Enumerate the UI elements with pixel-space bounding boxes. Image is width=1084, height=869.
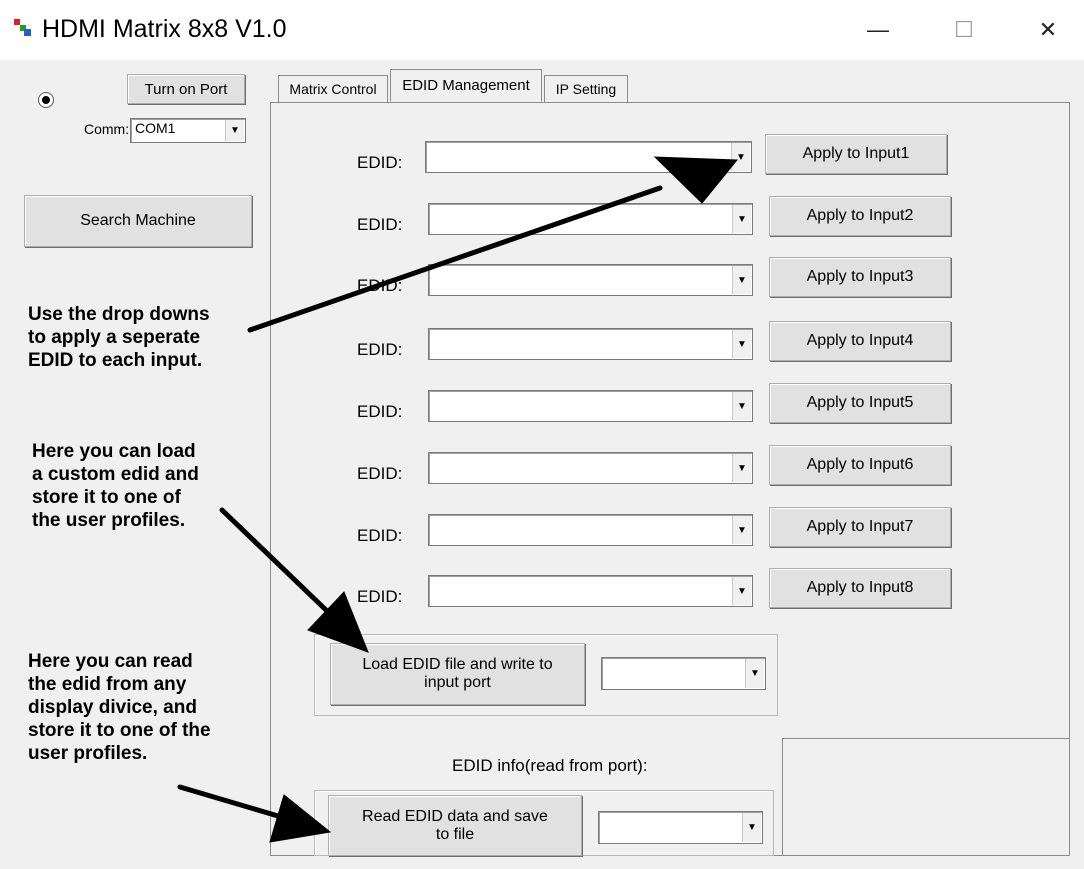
load-edid-label-2: input port: [424, 674, 491, 691]
tab-matrix-control[interactable]: Matrix Control: [278, 75, 388, 102]
chevron-down-icon[interactable]: ▼: [732, 577, 751, 605]
apply-to-input6-button[interactable]: Apply to Input6: [769, 445, 951, 485]
chevron-down-icon[interactable]: ▼: [732, 454, 751, 482]
apply-to-input5-button[interactable]: Apply to Input5: [769, 383, 951, 423]
read-edid-button[interactable]: Read EDID data and save to file: [328, 795, 582, 856]
annotation-line: Here you can load: [32, 441, 196, 462]
minimize-button[interactable]: —: [852, 0, 904, 60]
annotation-line: store it to one of the: [28, 720, 211, 741]
edid-label: EDID:: [357, 464, 403, 483]
chevron-down-icon[interactable]: ▼: [732, 516, 751, 544]
apply-to-input1-button[interactable]: Apply to Input1: [765, 134, 947, 174]
radio-dot-icon: [42, 96, 50, 104]
edid-select-2[interactable]: ▼: [428, 203, 753, 235]
edid-select-1[interactable]: ▼: [425, 141, 752, 173]
edid-select-8[interactable]: ▼: [428, 575, 753, 607]
tab-ip-setting[interactable]: IP Setting: [544, 75, 628, 102]
annotation-line: a custom edid and: [32, 464, 199, 485]
search-machine-button[interactable]: Search Machine: [24, 195, 252, 247]
annotation-line: Here you can read: [28, 651, 193, 672]
edid-select-5[interactable]: ▼: [428, 390, 753, 422]
window-title: HDMI Matrix 8x8 V1.0: [42, 15, 287, 43]
annotation-line: to apply a seperate: [28, 327, 201, 348]
edid-info-box: [782, 738, 1070, 856]
chevron-down-icon[interactable]: ▼: [742, 813, 761, 842]
read-edid-label-1: Read EDID data and save: [362, 807, 548, 825]
read-edid-label-2: to file: [435, 825, 475, 843]
chevron-down-icon[interactable]: ▼: [732, 266, 751, 294]
annotation-line: store it to one of: [32, 487, 181, 508]
apply-to-input3-button[interactable]: Apply to Input3: [769, 257, 951, 297]
annotation-line: user profiles.: [28, 743, 148, 764]
apply-to-input7-button[interactable]: Apply to Input7: [769, 507, 951, 547]
maximize-button[interactable]: ☐: [938, 0, 990, 60]
chevron-down-icon[interactable]: ▼: [225, 120, 244, 141]
arrow-to-read-edid: [177, 784, 281, 819]
annotation-line: the user profiles.: [32, 510, 186, 531]
annotation-load-edid: Here you can load a custom edid and stor…: [32, 440, 199, 532]
chevron-down-icon[interactable]: ▼: [745, 659, 764, 688]
load-profile-select[interactable]: ▼: [601, 657, 766, 690]
edid-info-label: EDID info(read from port):: [452, 756, 648, 775]
edid-label: EDID:: [357, 402, 403, 421]
chevron-down-icon[interactable]: ▼: [732, 392, 751, 420]
close-button[interactable]: ✕: [1022, 0, 1074, 60]
apply-to-input4-button[interactable]: Apply to Input4: [769, 321, 951, 361]
annotation-line: EDID to each input.: [28, 350, 203, 371]
load-edid-button[interactable]: Load EDID file and write to input port: [330, 643, 585, 705]
comm-select[interactable]: COM1 ▼: [130, 118, 246, 143]
apply-to-input2-button[interactable]: Apply to Input2: [769, 196, 951, 236]
chevron-down-icon[interactable]: ▼: [732, 205, 751, 233]
comm-label: Comm:: [84, 121, 130, 137]
edid-select-6[interactable]: ▼: [428, 452, 753, 484]
annotation-line: the edid from any: [28, 674, 187, 695]
edid-label: EDID:: [357, 215, 403, 234]
edid-label: EDID:: [357, 340, 403, 359]
annotation-dropdowns: Use the drop downs to apply a seperate E…: [28, 303, 210, 372]
edid-label: EDID:: [357, 587, 403, 606]
apply-to-input8-button[interactable]: Apply to Input8: [769, 568, 951, 608]
annotation-line: Use the drop downs: [28, 304, 210, 325]
tab-edid-management[interactable]: EDID Management: [390, 69, 542, 102]
comm-value: COM1: [135, 120, 176, 136]
annotation-read-edid: Here you can read the edid from any disp…: [28, 650, 211, 765]
turn-on-port-button[interactable]: Turn on Port: [127, 74, 245, 104]
edid-label: EDID:: [357, 526, 403, 545]
edid-select-7[interactable]: ▼: [428, 514, 753, 546]
edid-select-3[interactable]: ▼: [428, 264, 753, 296]
read-profile-select[interactable]: ▼: [598, 811, 763, 844]
load-edid-label-1: Load EDID file and write to: [362, 656, 553, 673]
app-icon: [14, 19, 32, 37]
annotation-line: display divice, and: [28, 697, 197, 718]
chevron-down-icon[interactable]: ▼: [731, 143, 750, 171]
edid-select-4[interactable]: ▼: [428, 328, 753, 360]
port-status-radio[interactable]: [38, 92, 54, 108]
chevron-down-icon[interactable]: ▼: [732, 330, 751, 358]
edid-label: EDID:: [357, 153, 403, 172]
edid-label: EDID:: [357, 276, 403, 295]
